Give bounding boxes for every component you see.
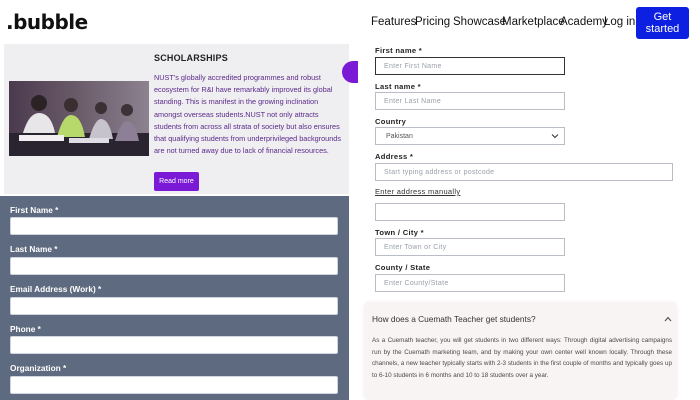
chevron-down-icon (551, 134, 559, 139)
nav-login[interactable]: Log in (604, 16, 635, 28)
last-name-field[interactable]: Enter Last Name (375, 92, 565, 110)
scholarship-description: NUST's globally accredited programmes an… (154, 73, 341, 156)
read-more-button[interactable]: Read more (154, 172, 199, 191)
chevron-up-icon[interactable] (664, 316, 672, 322)
organization-input[interactable] (10, 376, 338, 394)
page: .bubble Features Pricing Showcase Market… (0, 0, 700, 400)
address-field[interactable]: Start typing address or postcode (375, 163, 673, 181)
faq-card[interactable]: How does a Cuemath Teacher get students?… (364, 302, 677, 400)
get-started-button[interactable]: Get started (636, 7, 689, 39)
organization-label: Organization * (10, 363, 67, 373)
first-name-field[interactable]: Enter First Name (375, 57, 565, 75)
faq-answer: As a Cuemath teacher, you will get stude… (372, 337, 672, 379)
last-name-label: Last Name * (10, 244, 58, 254)
students-photo (9, 81, 149, 156)
scholarship-title: SCHOLARSHIPS (154, 53, 228, 63)
first-name-label: First Name * (10, 205, 59, 215)
town-field[interactable]: Enter Town or City (375, 238, 565, 256)
enter-address-manually-link[interactable]: Enter address manually (375, 187, 460, 196)
top-nav: .bubble Features Pricing Showcase Market… (0, 0, 700, 44)
faq-question[interactable]: How does a Cuemath Teacher get students? (372, 314, 536, 324)
manual-address-field[interactable] (375, 203, 565, 221)
county-field[interactable]: Enter County/State (375, 274, 565, 292)
email-input[interactable] (10, 297, 338, 315)
last-name-input[interactable] (10, 257, 338, 275)
country-select[interactable]: Pakistan (375, 127, 565, 145)
phone-input[interactable] (10, 336, 338, 354)
country-label: Country (375, 117, 407, 126)
address-label: Address * (375, 152, 414, 161)
country-value: Pakistan (386, 132, 413, 140)
nav-showcase[interactable]: Showcase (453, 16, 506, 28)
nav-features[interactable]: Features (371, 16, 416, 28)
county-label: County / State (375, 263, 431, 272)
contact-form-panel: First Name * Last Name * Email Address (… (0, 196, 349, 400)
scholarship-card: SCHOLARSHIPS NUST's globally accredited … (4, 44, 349, 194)
phone-label: Phone * (10, 324, 41, 334)
first-name-label-right: First name * (375, 46, 423, 55)
first-name-input[interactable] (10, 217, 338, 235)
nav-marketplace[interactable]: Marketplace (502, 16, 565, 28)
town-label: Town / City * (375, 228, 424, 237)
email-label: Email Address (Work) * (10, 284, 102, 294)
last-name-label-right: Last name * (375, 82, 421, 91)
side-tab-button[interactable] (342, 61, 358, 83)
bubble-logo[interactable]: .bubble (6, 10, 88, 34)
students-photo-illustration (9, 81, 149, 156)
nav-academy[interactable]: Academy (560, 16, 608, 28)
nav-pricing[interactable]: Pricing (415, 16, 450, 28)
